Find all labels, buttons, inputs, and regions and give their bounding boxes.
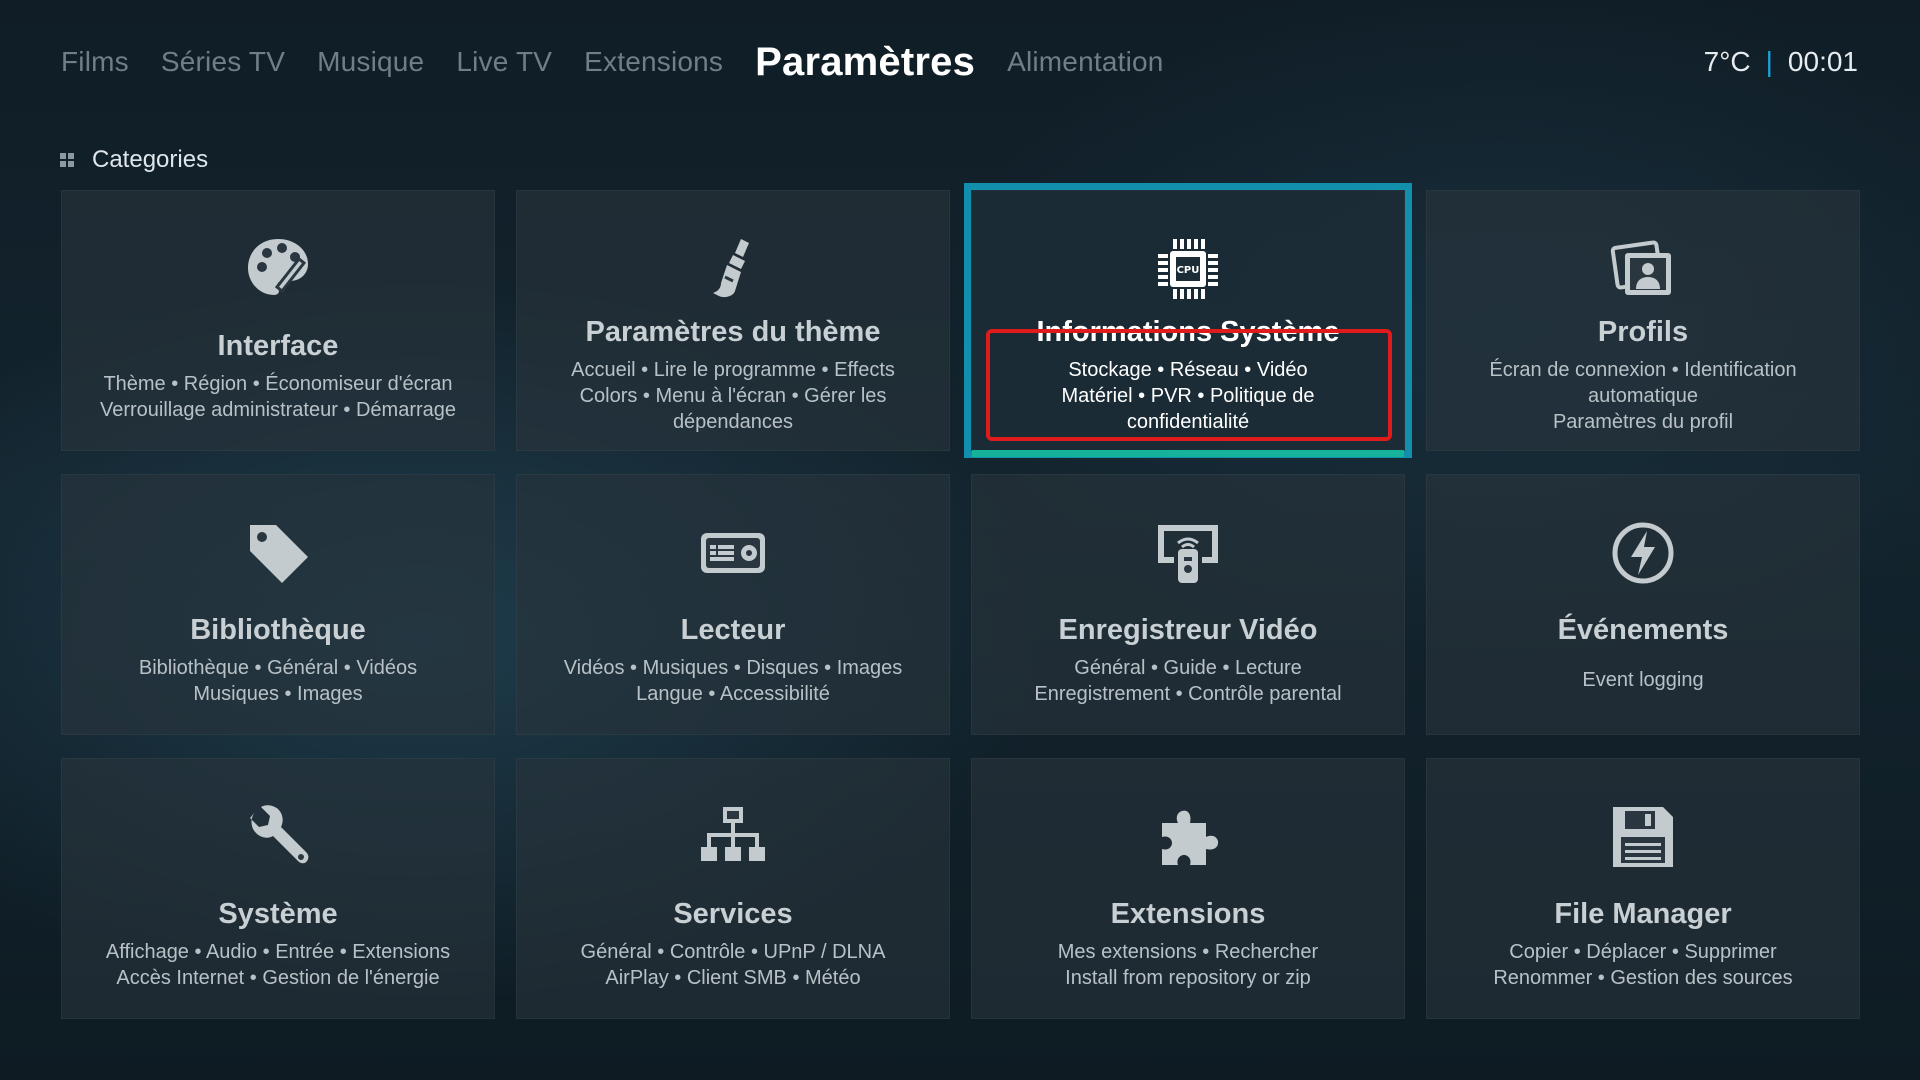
palette-icon — [242, 233, 314, 305]
tile-title: Bibliothèque — [190, 614, 366, 646]
clock: 00:01 — [1787, 46, 1858, 77]
nav-alimentation[interactable]: Alimentation — [1007, 46, 1163, 78]
description-line: Musiques • Images — [193, 683, 363, 705]
tile-description: Event logging — [1447, 667, 1839, 693]
puzzle-icon — [1152, 801, 1224, 873]
status-area: 7°C | 00:01 — [1704, 42, 1858, 82]
categories-header: Categories — [60, 146, 208, 174]
cpu-icon-label: CPU — [1177, 265, 1200, 276]
nav-musique[interactable]: Musique — [317, 46, 424, 78]
description-line: Écran de connexion • Identification — [1489, 359, 1797, 381]
description-line: Event logging — [1582, 669, 1704, 691]
tile-description: Thème • Région • Économiseur d'écran Ver… — [82, 371, 474, 423]
tile-extensions[interactable]: Extensions Mes extensions • Rechercher I… — [971, 758, 1405, 1019]
tile-title: Extensions — [1110, 898, 1266, 930]
description-line: Colors • Menu à l'écran • Gérer les — [579, 385, 887, 407]
tile-services[interactable]: Services Général • Contrôle • UPnP / DLN… — [516, 758, 950, 1019]
tile-description: Écran de connexion • Identification auto… — [1447, 357, 1839, 435]
lightning-icon — [1607, 517, 1679, 589]
description-line: Install from repository or zip — [1065, 967, 1311, 989]
tag-icon — [242, 517, 314, 589]
tile-title: Paramètres du thème — [585, 316, 881, 348]
tile-systeme[interactable]: Système Affichage • Audio • Entrée • Ext… — [61, 758, 495, 1019]
tile-title: Système — [218, 898, 338, 930]
description-line: Bibliothèque • Général • Vidéos — [138, 657, 418, 679]
profile-photo-icon — [1607, 233, 1679, 305]
description-line: Thème • Région • Économiseur d'écran — [103, 373, 453, 395]
player-icon — [697, 517, 769, 589]
tile-title: Interface — [217, 330, 339, 362]
description-line: Affichage • Audio • Entrée • Extensions — [105, 941, 451, 963]
nav-extensions[interactable]: Extensions — [584, 46, 723, 78]
nav-parametres[interactable]: Paramètres — [755, 40, 975, 85]
tile-title: Événements — [1557, 614, 1729, 646]
tile-description: Copier • Déplacer • Supprimer Renommer •… — [1447, 939, 1839, 991]
top-navigation: Films Séries TV Musique Live TV Extensio… — [61, 36, 1196, 88]
tile-file-manager[interactable]: File Manager Copier • Déplacer • Supprim… — [1426, 758, 1860, 1019]
nav-series-tv[interactable]: Séries TV — [161, 46, 285, 78]
paintbrush-icon — [697, 233, 769, 305]
tile-title: Enregistreur Vidéo — [1058, 614, 1318, 646]
tile-profils[interactable]: Profils Écran de connexion • Identificat… — [1426, 190, 1860, 451]
tile-interface[interactable]: Interface Thème • Région • Économiseur d… — [61, 190, 495, 451]
tile-enregistreur-video[interactable]: Enregistreur Vidéo Général • Guide • Lec… — [971, 474, 1405, 735]
tile-parametres-du-theme[interactable]: Paramètres du thème Accueil • Lire le pr… — [516, 190, 950, 451]
nav-live-tv[interactable]: Live TV — [456, 46, 552, 78]
tile-title: Lecteur — [680, 614, 786, 646]
tile-informations-systeme[interactable]: CPU Informations Système Stockage • Rése… — [971, 190, 1405, 457]
categories-label: Categories — [92, 146, 209, 173]
floppy-icon — [1607, 801, 1679, 873]
wrench-icon — [242, 801, 314, 873]
description-line: Accès Internet • Gestion de l'énergie — [116, 967, 440, 989]
tile-description: Stockage • Réseau • Vidéo Matériel • PVR… — [992, 357, 1384, 435]
tile-title: Services — [673, 898, 793, 930]
description-line: Langue • Accessibilité — [636, 683, 830, 705]
tile-title: Profils — [1597, 316, 1689, 348]
network-icon — [697, 801, 769, 873]
description-line: Mes extensions • Rechercher — [1057, 941, 1319, 963]
description-line: Stockage • Réseau • Vidéo — [1068, 359, 1308, 381]
tile-description: Général • Contrôle • UPnP / DLNA AirPlay… — [537, 939, 929, 991]
tile-title: Informations Système — [1036, 316, 1340, 348]
description-line: Accueil • Lire le programme • Effects — [571, 359, 895, 381]
description-line: Général • Guide • Lecture — [1074, 657, 1302, 679]
description-line: confidentialité — [1126, 411, 1250, 433]
nav-films[interactable]: Films — [61, 46, 129, 78]
tile-description: Mes extensions • Rechercher Install from… — [992, 939, 1384, 991]
description-line: Paramètres du profil — [1552, 411, 1734, 433]
status-separator: | — [1765, 46, 1773, 77]
description-line: AirPlay • Client SMB • Météo — [605, 967, 861, 989]
description-line: Vidéos • Musiques • Disques • Images — [563, 657, 903, 679]
pvr-remote-icon — [1152, 517, 1224, 589]
tile-evenements[interactable]: Événements Event logging — [1426, 474, 1860, 735]
tile-description: Affichage • Audio • Entrée • Extensions … — [82, 939, 474, 991]
description-line: dépendances — [672, 411, 794, 433]
description-line: Copier • Déplacer • Supprimer — [1509, 941, 1777, 963]
description-line: Général • Contrôle • UPnP / DLNA — [580, 941, 886, 963]
cpu-icon: CPU — [1152, 233, 1224, 305]
description-line: automatique — [1587, 385, 1699, 407]
tile-description: Accueil • Lire le programme • Effects Co… — [537, 357, 929, 435]
description-line: Verrouillage administrateur • Démarrage — [99, 399, 457, 421]
description-line: Renommer • Gestion des sources — [1493, 967, 1793, 989]
description-line: Matériel • PVR • Politique de — [1061, 385, 1315, 407]
tile-description: Vidéos • Musiques • Disques • Images Lan… — [537, 655, 929, 707]
tile-bibliotheque[interactable]: Bibliothèque Bibliothèque • Général • Vi… — [61, 474, 495, 735]
tile-description: Général • Guide • Lecture Enregistrement… — [992, 655, 1384, 707]
description-line: Enregistrement • Contrôle parental — [1034, 683, 1342, 705]
tile-title: File Manager — [1554, 898, 1732, 930]
tile-lecteur[interactable]: Lecteur Vidéos • Musiques • Disques • Im… — [516, 474, 950, 735]
grid-icon — [60, 153, 74, 167]
temperature-readout: 7°C — [1703, 46, 1751, 77]
tile-description: Bibliothèque • Général • Vidéos Musiques… — [82, 655, 474, 707]
kodi-settings-screen: Films Séries TV Musique Live TV Extensio… — [0, 0, 1920, 1080]
